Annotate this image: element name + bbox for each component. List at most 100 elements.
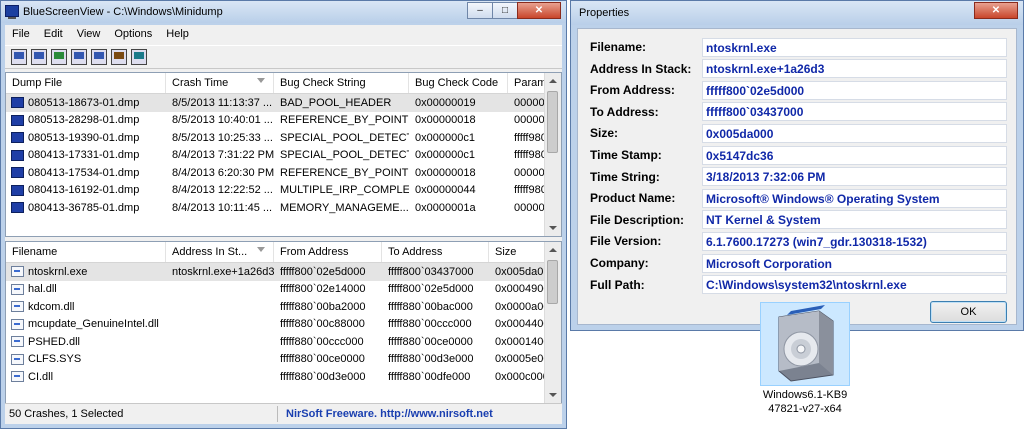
col-from-address[interactable]: From Address (274, 242, 382, 262)
dump-file-icon (11, 149, 24, 161)
driver-file-icon (11, 266, 24, 278)
list-item[interactable]: 080413-36785-01.dmp 8/4/2013 10:11:45 ...… (6, 199, 561, 217)
dump-list-rows: 080513-18673-01.dmp 8/5/2013 11:13:37 ...… (6, 94, 561, 217)
property-row: To Address: fffff800`03437000 (590, 102, 1007, 122)
menu-edit[interactable]: Edit (37, 25, 70, 44)
list-cell: 8/4/2013 6:20:30 PM (172, 166, 274, 179)
property-value-field[interactable]: C:\Windows\system32\ntoskrnl.exe (702, 275, 1007, 295)
maximize-button[interactable]: □ (492, 2, 518, 19)
list-cell: 0x0000001a (415, 201, 476, 214)
sort-descending-icon (257, 78, 265, 83)
property-label: Company: (590, 256, 649, 270)
driver-list-scrollbar[interactable] (544, 242, 561, 403)
list-item[interactable]: PSHED.dll fffff880`00ccc000 fffff880`00ce0… (6, 333, 561, 351)
nirsoft-link[interactable]: NirSoft Freeware. http://www.nirsoft.net (278, 408, 493, 420)
list-item[interactable]: 080513-19390-01.dmp 8/5/2013 10:25:33 ...… (6, 129, 561, 147)
scroll-up-icon[interactable] (549, 248, 557, 252)
property-value-field[interactable]: 0x5147dc36 (702, 145, 1007, 165)
list-item[interactable]: hal.dll fffff800`02e14000 fffff800`02e5d00… (6, 281, 561, 299)
minimize-button[interactable]: – (467, 2, 493, 19)
list-cell-name: 080413-17534-01.dmp (6, 167, 166, 179)
list-cell: fffff880`00ce0000 (388, 335, 473, 348)
property-value-field[interactable]: 0x005da000 (702, 123, 1007, 143)
col-dump-file[interactable]: Dump File (6, 73, 166, 93)
property-value-field[interactable]: fffff800`03437000 (702, 102, 1007, 122)
dump-list-header: Dump File Crash Time Bug Check String Bu… (6, 73, 561, 94)
list-cell: fffff880`00ba2000 (280, 300, 366, 313)
properties-close-button[interactable]: ✕ (974, 2, 1018, 19)
list-item[interactable]: 080413-16192-01.dmp 8/4/2013 12:22:52 ...… (6, 182, 561, 200)
col-size[interactable]: Size (489, 242, 548, 262)
list-cell-name: 080413-16192-01.dmp (6, 184, 166, 196)
menu-options[interactable]: Options (107, 25, 159, 44)
property-value-field[interactable]: 6.1.7600.17273 (win7_gdr.130318-1532) (702, 231, 1007, 251)
list-cell: REFERENCE_BY_POINTER (280, 114, 409, 127)
refresh-icon[interactable] (51, 49, 67, 65)
list-item[interactable]: 080413-17534-01.dmp 8/4/2013 6:20:30 PM RE… (6, 164, 561, 182)
properties-title-bar[interactable]: Properties ✕ (571, 1, 1023, 25)
list-item[interactable]: mcupdate_GenuineIntel.dll fffff880`00c880… (6, 316, 561, 334)
col-bug-check-string[interactable]: Bug Check String (274, 73, 409, 93)
exit-icon[interactable] (131, 49, 147, 65)
driver-list[interactable]: Filename Address In St... From Address T… (5, 241, 562, 404)
ok-button[interactable]: OK (930, 301, 1007, 323)
list-cell-text: CI.dll (28, 370, 54, 383)
options-icon[interactable] (91, 49, 107, 65)
list-cell-name: ntoskrnl.exe (6, 266, 166, 278)
scroll-down-icon[interactable] (549, 393, 557, 397)
list-item[interactable]: CI.dll fffff880`00d3e000 fffff880`00dfe000… (6, 368, 561, 386)
scroll-thumb[interactable] (547, 91, 558, 153)
property-value-field[interactable]: Microsoft® Windows® Operating System (702, 188, 1007, 208)
menu-file[interactable]: File (5, 25, 37, 44)
driver-file-icon (11, 336, 24, 348)
desktop-icon-label[interactable]: Windows6.1-KB9 47821-v27-x64 (742, 388, 868, 416)
list-cell-name: CLFS.SYS (6, 353, 166, 365)
main-title-bar[interactable]: BlueScreenView - C:\Windows\Minidump – □… (1, 1, 566, 23)
list-cell: SPECIAL_POOL_DETECT... (280, 131, 409, 144)
properties-icon[interactable] (11, 49, 27, 65)
list-item[interactable]: 080513-28298-01.dmp 8/5/2013 10:40:01 ...… (6, 112, 561, 130)
save-icon[interactable] (31, 49, 47, 65)
property-value-field[interactable]: NT Kernel & System (702, 210, 1007, 230)
dump-file-icon (11, 132, 24, 144)
property-value-field[interactable]: ntoskrnl.exe+1a26d3 (702, 59, 1007, 79)
col-address-in-stack[interactable]: Address In St... (166, 242, 274, 262)
list-cell-text: 080413-17331-01.dmp (28, 149, 140, 162)
list-item[interactable]: ntoskrnl.exe ntoskrnl.exe+1a26d3 fffff800`… (6, 263, 561, 281)
col-to-address[interactable]: To Address (382, 242, 489, 262)
list-item[interactable]: CLFS.SYS fffff880`00ce0000 fffff880`00d3e0… (6, 351, 561, 369)
property-value-field[interactable]: fffff800`02e5d000 (702, 80, 1007, 100)
property-row: Time Stamp: 0x5147dc36 (590, 145, 1007, 165)
main-window-title: BlueScreenView - C:\Windows\Minidump (23, 6, 223, 18)
property-value-field[interactable]: 3/18/2013 7:32:06 PM (702, 167, 1007, 187)
list-cell: MEMORY_MANAGEME... (280, 201, 409, 214)
col-bug-check-code[interactable]: Bug Check Code (409, 73, 508, 93)
dump-file-list[interactable]: Dump File Crash Time Bug Check String Bu… (5, 72, 562, 237)
property-label: File Version: (590, 234, 662, 249)
scroll-thumb[interactable] (547, 260, 558, 304)
list-item[interactable]: kdcom.dll fffff880`00ba2000 fffff880`00bac… (6, 298, 561, 316)
col-filename[interactable]: Filename (6, 242, 166, 262)
dump-list-scrollbar[interactable] (544, 73, 561, 236)
menu-help[interactable]: Help (159, 25, 196, 44)
installer-package-icon[interactable] (760, 302, 850, 386)
list-item[interactable]: 080513-18673-01.dmp 8/5/2013 11:13:37 ...… (6, 94, 561, 112)
copy-icon[interactable] (71, 49, 87, 65)
list-item[interactable]: 080413-17331-01.dmp 8/4/2013 7:31:22 PM SP… (6, 147, 561, 165)
property-value-field[interactable]: Microsoft Corporation (702, 253, 1007, 273)
close-button[interactable]: ✕ (517, 2, 561, 19)
col-crash-time[interactable]: Crash Time (166, 73, 274, 93)
scroll-down-icon[interactable] (549, 226, 557, 230)
list-cell-name: 080413-36785-01.dmp (6, 202, 166, 214)
list-cell: 0x00044000 (495, 318, 548, 331)
list-cell: fffff880`00bac000 (388, 300, 473, 313)
property-row: File Description: NT Kernel & System (590, 210, 1007, 230)
scroll-up-icon[interactable] (549, 79, 557, 83)
bluescreenview-window: BlueScreenView - C:\Windows\Minidump – □… (0, 0, 567, 429)
property-row: File Version: 6.1.7600.17273 (win7_gdr.13… (590, 231, 1007, 251)
property-value-field[interactable]: ntoskrnl.exe (702, 37, 1007, 57)
menu-view[interactable]: View (70, 25, 108, 44)
list-cell: 0x000000c1 (415, 131, 475, 144)
list-cell: 8/5/2013 10:25:33 ... (172, 131, 273, 144)
find-icon[interactable] (111, 49, 127, 65)
